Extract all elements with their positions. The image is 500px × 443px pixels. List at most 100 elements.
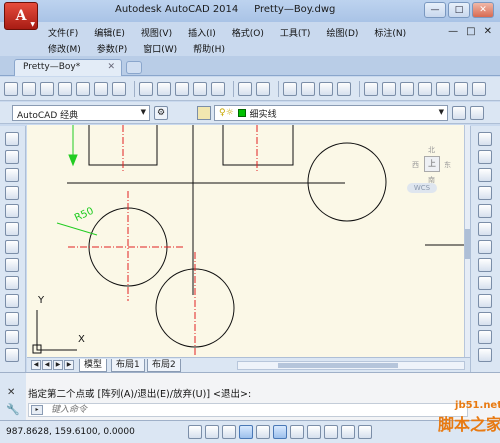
horizontal-scrollbar[interactable] [237,361,465,370]
menu-tools[interactable]: 工具(T) [280,26,311,39]
new-icon[interactable] [4,81,18,96]
application-menu-button[interactable]: A ▼ [4,2,38,30]
circle-icon[interactable] [5,240,19,254]
doc-minimize-button[interactable]: — [448,26,458,37]
layer-dropdown[interactable]: ♀☼ 细实线 ▼ [214,105,448,121]
last-layout-icon[interactable]: ▶ [64,360,74,370]
markup-icon[interactable] [436,81,450,96]
line-icon[interactable] [5,132,19,146]
dynamic-input-icon[interactable] [341,425,355,439]
stretch-icon[interactable] [478,276,492,290]
print-icon[interactable] [58,81,72,96]
layer-previous-icon[interactable] [470,106,484,120]
undo-icon[interactable] [238,81,252,96]
snap-mode-icon[interactable] [205,425,219,439]
cut-icon[interactable] [139,81,153,96]
doc-close-button[interactable]: ✕ [484,26,492,37]
erase-icon[interactable] [478,132,492,146]
paste-icon[interactable] [175,81,189,96]
menu-draw[interactable]: 绘图(D) [326,26,358,39]
menu-format[interactable]: 格式(O) [232,26,264,39]
tool-palettes-icon[interactable] [400,81,414,96]
save-icon[interactable] [40,81,54,96]
grid-display-icon[interactable] [222,425,236,439]
extend-icon[interactable] [478,312,492,326]
tab-layout2[interactable]: 布局2 [147,359,181,372]
copy-object-icon[interactable] [478,150,492,164]
scroll-thumb[interactable] [278,363,398,368]
close-icon[interactable]: ✕ [7,387,15,398]
viewcube-east[interactable]: 东 [444,160,451,170]
scale-icon[interactable] [478,258,492,272]
arc-icon[interactable] [5,222,19,236]
menu-edit[interactable]: 编辑(E) [94,26,125,39]
print-preview-icon[interactable] [76,81,90,96]
move-icon[interactable] [478,222,492,236]
menu-help[interactable]: 帮助(H) [193,42,225,55]
open-icon[interactable] [22,81,36,96]
construction-line-icon[interactable] [5,150,19,164]
menu-window[interactable]: 窗口(W) [143,42,177,55]
menu-insert[interactable]: 插入(I) [188,26,216,39]
drawing-canvas[interactable]: R50 北 西 上 东 南 WCS Y X [27,125,464,357]
pan-icon[interactable] [283,81,297,96]
design-center-icon[interactable] [382,81,396,96]
block-editor-icon[interactable] [211,81,225,96]
rectangle-icon[interactable] [5,204,19,218]
command-input[interactable] [51,404,351,416]
break-icon[interactable] [478,330,492,344]
insert-block-icon[interactable] [5,330,19,344]
zoom-window-icon[interactable] [319,81,333,96]
ellipse-arc-icon[interactable] [5,312,19,326]
3d-object-snap-icon[interactable] [290,425,304,439]
make-current-layer-icon[interactable] [452,106,466,120]
trim-icon[interactable] [478,294,492,308]
match-properties-icon[interactable] [193,81,207,96]
tab-layout1[interactable]: 布局1 [111,359,145,372]
ortho-mode-icon[interactable] [239,425,253,439]
viewcube-west[interactable]: 西 [412,160,419,170]
rotate-icon[interactable] [478,240,492,254]
sheet-set-icon[interactable] [418,81,432,96]
viewcube-north[interactable]: 北 [428,145,435,155]
lineweight-icon[interactable] [358,425,372,439]
infer-constraints-icon[interactable] [188,425,202,439]
minimize-button[interactable]: — [424,2,446,18]
zoom-realtime-icon[interactable] [301,81,315,96]
copy-icon[interactable] [157,81,171,96]
wcs-menu[interactable]: WCS [407,183,437,193]
revision-cloud-icon[interactable] [5,258,19,272]
spline-icon[interactable] [5,276,19,290]
help-icon[interactable] [472,81,486,96]
ellipse-icon[interactable] [5,294,19,308]
wrench-icon[interactable]: 🔧 [6,403,20,416]
polygon-icon[interactable] [5,186,19,200]
object-snap-tracking-icon[interactable] [307,425,321,439]
doc-restore-button[interactable]: □ [466,26,475,37]
close-tab-icon[interactable]: ✕ [107,62,115,72]
make-block-icon[interactable] [5,348,19,362]
prev-layout-icon[interactable]: ◀ [42,360,52,370]
viewcube-top-face[interactable]: 上 [424,156,440,172]
menu-view[interactable]: 视图(V) [141,26,172,39]
workspace-dropdown[interactable]: AutoCAD 经典 ▼ [12,105,150,121]
menu-dimension[interactable]: 标注(N) [374,26,406,39]
coordinate-readout[interactable]: 987.8628, 159.6100, 0.0000 [6,427,135,437]
command-prompt-icon[interactable]: ▸ [31,405,43,415]
publish-icon[interactable] [94,81,108,96]
polyline-icon[interactable] [5,168,19,182]
offset-icon[interactable] [478,186,492,200]
calculator-icon[interactable] [454,81,468,96]
array-icon[interactable] [478,204,492,218]
command-window-handle[interactable]: ✕ 🔧 [0,373,26,421]
dynamic-ucs-icon[interactable] [324,425,338,439]
menu-file[interactable]: 文件(F) [48,26,78,39]
zoom-previous-icon[interactable] [337,81,351,96]
object-snap-icon[interactable] [273,425,287,439]
redo-icon[interactable] [256,81,270,96]
menu-parametric[interactable]: 参数(P) [97,42,127,55]
publish-3d-icon[interactable] [112,81,126,96]
tab-model[interactable]: 模型 [79,359,108,372]
next-layout-icon[interactable]: ▶ [53,360,63,370]
explode-icon[interactable] [478,348,492,362]
